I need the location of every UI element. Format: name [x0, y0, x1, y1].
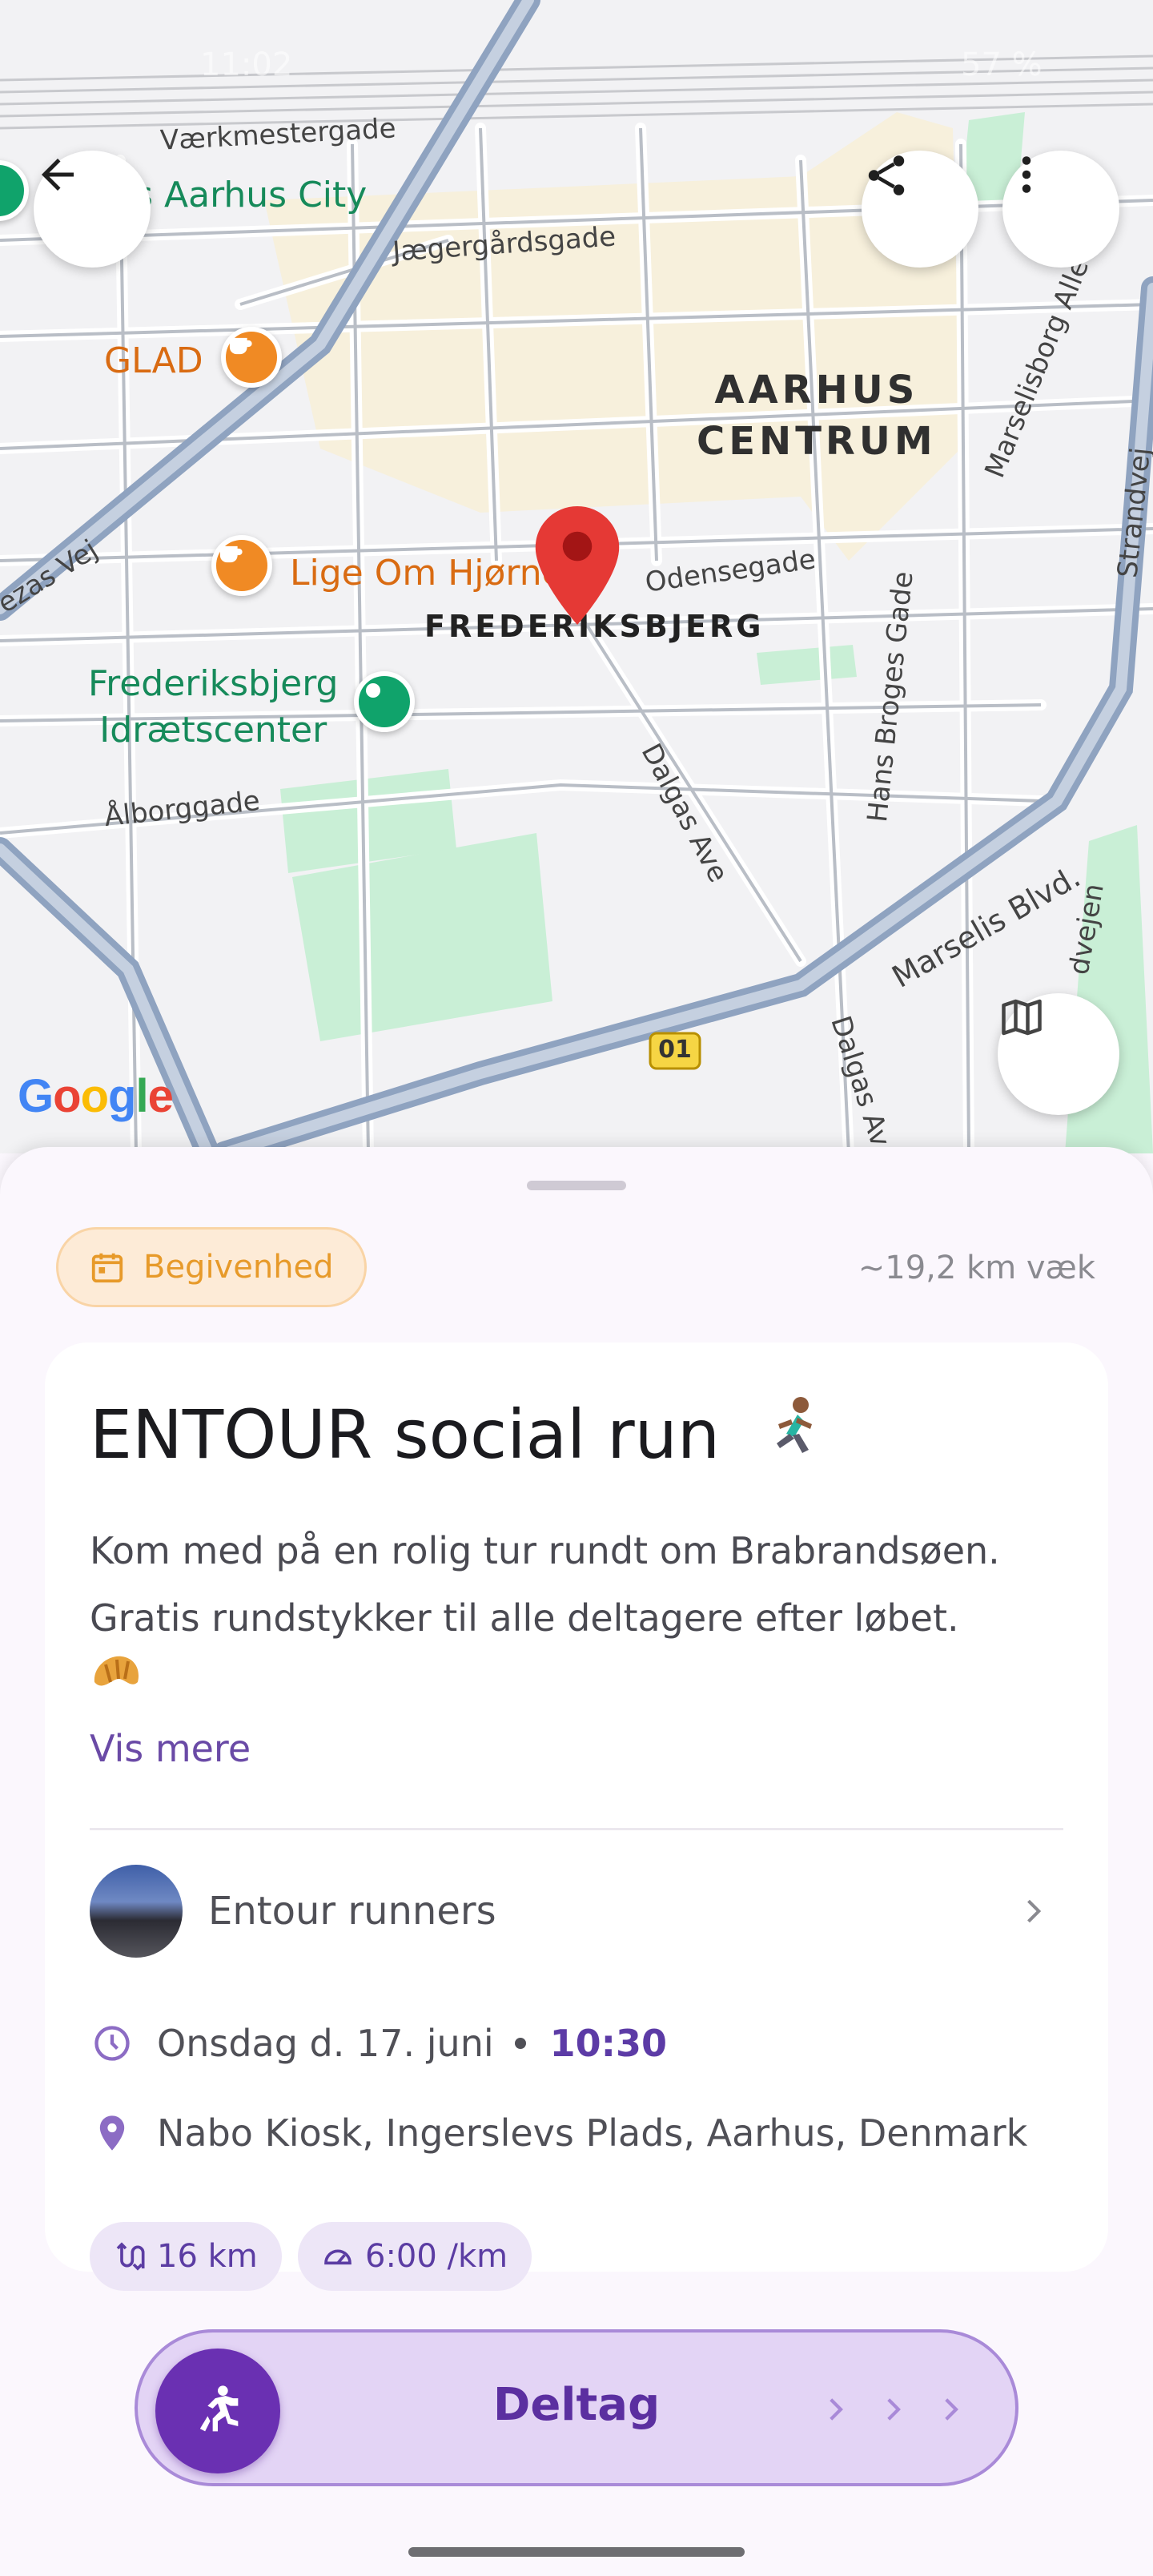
map-view[interactable]: Værkmestergade Jægergårdsgade Odensegade… — [0, 0, 1153, 1153]
join-slider[interactable]: Deltag — [135, 2329, 1018, 2486]
croissant-emoji-icon — [94, 1656, 139, 1686]
event-type-label: Begivenhed — [143, 1249, 334, 1286]
route-icon — [116, 2242, 145, 2271]
home-indicator[interactable] — [408, 2547, 745, 2557]
poi-label-frederiksbjerg-idraetscenter[interactable]: Frederiksbjerg Idrætscenter — [88, 661, 339, 754]
chevron-right-icon — [887, 2398, 901, 2421]
runner-emoji-icon — [776, 1397, 812, 1453]
road-number-badge: 01 — [658, 1036, 692, 1064]
share-button[interactable] — [862, 151, 978, 268]
slide-arrows — [818, 2389, 967, 2430]
divider — [90, 1828, 1063, 1830]
distance-pill: 16 km — [90, 2222, 282, 2291]
arrow-back-icon — [42, 159, 74, 191]
chevron-right-icon — [945, 2398, 958, 2421]
map-icon — [1002, 999, 1042, 1036]
chevron-right-icon — [830, 2398, 843, 2421]
event-type-chip: Begivenhed — [56, 1227, 367, 1307]
calendar-icon — [91, 1253, 123, 1283]
show-more-link[interactable]: Vis mere — [90, 1727, 251, 1770]
poi-label-glad[interactable]: GLAD — [104, 340, 203, 381]
event-description: Kom med på en rolig tur rundt om Brabran… — [90, 1529, 1000, 1640]
location-pin-icon — [535, 506, 620, 625]
more-options-button[interactable] — [1002, 151, 1119, 268]
google-logo: Google — [18, 1070, 174, 1122]
poi-label-aarhus-city[interactable]: rs Aarhus City — [120, 172, 367, 219]
date-time-row: Onsdag d. 17. juni 10:30 — [90, 2015, 667, 2071]
event-time: 10:30 — [549, 2022, 668, 2065]
pace-pill: 6:00 /km — [298, 2222, 532, 2291]
sports-poi-icon[interactable] — [354, 671, 415, 732]
poi-label-lige-om-hjoerne[interactable]: Lige Om Hjørne — [290, 553, 564, 594]
map-type-button[interactable] — [998, 993, 1119, 1115]
status-bar: 11:02 57 % — [0, 0, 1153, 83]
back-button[interactable] — [34, 151, 151, 268]
organizer-avatar — [90, 1865, 183, 1958]
drag-handle[interactable] — [527, 1181, 626, 1190]
clock-icon — [94, 2026, 130, 2061]
chevron-right-icon — [1027, 1899, 1042, 1923]
share-icon — [868, 155, 905, 195]
bottom-action-bar: Deltag — [0, 2300, 1153, 2576]
district-label-aarhus-centrum: AARHUS CENTRUM — [697, 368, 937, 464]
event-title: ENTOUR social run — [90, 1395, 826, 1474]
event-card: ENTOUR social run Kom med på en rolig tu… — [45, 1342, 1108, 2291]
location-icon — [99, 2115, 125, 2151]
event-date: Onsdag d. 17. juni — [157, 2022, 494, 2065]
distance-text: ~19,2 km væk — [858, 1250, 1095, 1286]
pace-value: 6:00 /km — [365, 2238, 508, 2275]
event-location: Nabo Kiosk, Ingerslevs Plads, Aarhus, De… — [157, 2111, 1028, 2155]
status-battery: 57 % — [961, 46, 1043, 83]
more-vert-icon — [1022, 156, 1031, 193]
location-row[interactable]: Nabo Kiosk, Ingerslevs Plads, Aarhus, De… — [90, 2105, 1027, 2161]
organizer-name: Entour runners — [208, 1889, 496, 1934]
cafe-poi-icon[interactable] — [221, 327, 282, 388]
organizer-row[interactable]: Entour runners — [90, 1865, 1063, 1958]
status-time: 11:02 — [200, 46, 293, 83]
speedometer-icon — [324, 2249, 352, 2265]
event-title-text: ENTOUR social run — [90, 1395, 721, 1474]
cafe-poi-icon[interactable] — [211, 535, 272, 596]
distance-value: 16 km — [157, 2238, 258, 2275]
separator-dot — [514, 2038, 526, 2049]
